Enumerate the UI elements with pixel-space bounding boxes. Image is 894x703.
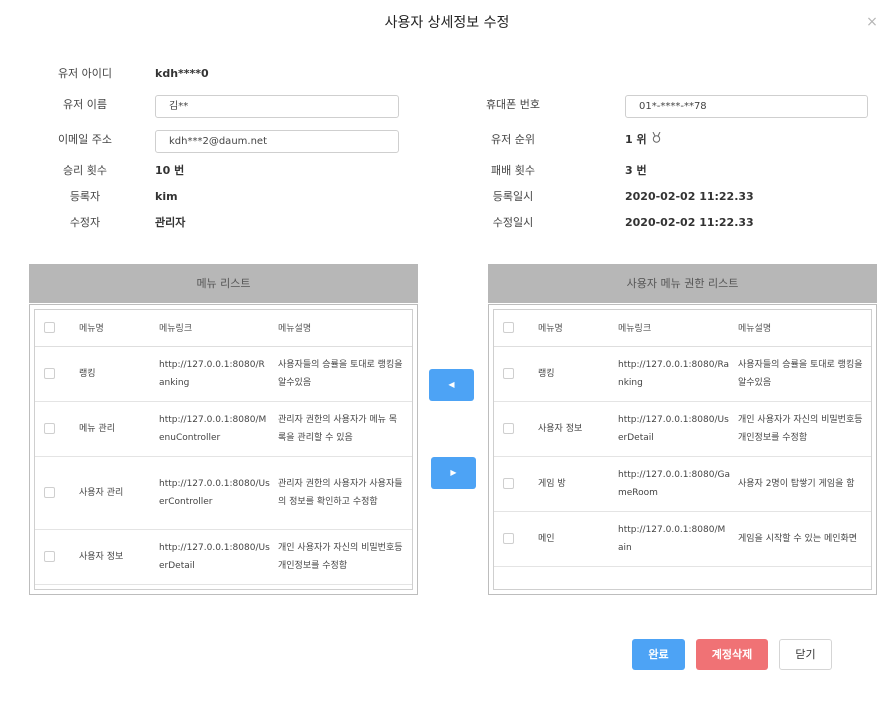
modified-at-value: 2020-02-02 11:22.33 [625,216,754,229]
table-header-row: 메뉴명 메뉴링크 메뉴설명 [35,310,412,347]
menu-link: http://127.0.0.1:8080/Main [618,511,738,567]
table-row[interactable]: 메인 http://127.0.0.1:8080/Main 게임을 시작할 수 … [494,511,871,567]
row-checkbox[interactable] [503,422,514,434]
table-row[interactable]: 랭킹 http://127.0.0.1:8080/Ranking 사용자들의 승… [494,346,871,402]
phone-field[interactable]: 01*-****-**78 [625,95,868,118]
user-menu-list-panel: 메뉴명 메뉴링크 메뉴설명 랭킹 http://127.0.0.1:8080/R… [488,304,877,595]
menu-desc: 개인 사용자가 자신의 비밀번호등 개인정보를 수정함 [738,401,871,457]
email-field[interactable]: kdh***2@daum.net [155,130,399,153]
modal-title: 사용자 상세정보 수정 [384,15,510,31]
user-menu-list-header: 사용자 메뉴 권한 리스트 [488,264,877,303]
table-header-row: 메뉴명 메뉴링크 메뉴설명 [494,310,871,347]
created-by-value: kim [155,190,178,203]
table-row[interactable]: 랭킹 http://127.0.0.1:8080/Ranking 사용자들의 승… [35,346,412,402]
column-header-link: 메뉴링크 [159,310,278,347]
menu-list-table: 메뉴명 메뉴링크 메뉴설명 랭킹 http://127.0.0.1:8080/R… [35,310,412,585]
menu-name: 랭킹 [79,346,159,402]
modified-by-label: 수정자 [69,216,101,229]
menu-link: http://127.0.0.1:8080/MenuController [159,401,278,457]
row-checkbox[interactable] [503,532,514,544]
table-row[interactable]: 사용자 관리 http://127.0.0.1:8080/UserControl… [35,456,412,530]
losses-label: 패배 횟수 [491,164,535,177]
menu-link: http://127.0.0.1:8080/GameRoom [618,456,738,512]
menu-name: 랭킹 [538,346,618,402]
row-checkbox[interactable] [503,367,514,379]
column-header-link: 메뉴링크 [618,310,738,347]
row-checkbox[interactable] [44,486,55,498]
user-menu-list-scroll[interactable]: 메뉴명 메뉴링크 메뉴설명 랭킹 http://127.0.0.1:8080/R… [493,309,872,590]
close-icon[interactable]: × [864,14,880,30]
arrow-left-icon: ◀ [448,380,455,389]
menu-link: http://127.0.0.1:8080/Ranking [618,346,738,402]
phone-label: 휴대폰 번호 [485,98,541,111]
table-row[interactable]: 게임 방 http://127.0.0.1:8080/GameRoom 사용자 … [494,456,871,512]
user-id-value: kdh****0 [155,67,209,80]
menu-list-panel: 메뉴명 메뉴링크 메뉴설명 랭킹 http://127.0.0.1:8080/R… [29,304,418,595]
wins-label: 승리 횟수 [63,164,107,177]
menu-name: 메인 [538,511,618,567]
created-by-label: 등록자 [69,190,101,203]
menu-name: 사용자 정보 [538,401,618,457]
menu-name: 게임 방 [538,456,618,512]
menu-name: 사용자 관리 [79,456,159,530]
move-left-button[interactable]: ◀ [429,369,474,401]
column-header-name: 메뉴명 [538,310,618,347]
menu-link: http://127.0.0.1:8080/Ranking [159,346,278,402]
modified-at-label: 수정일시 [492,216,534,229]
rank-text: 1 위 [625,133,647,146]
user-name-label: 유저 이름 [63,98,107,111]
menu-desc: 관리자 권한의 사용자가 사용자들의 정보를 확인하고 수정함 [278,456,412,530]
menu-desc: 관리자 권한의 사용자가 메뉴 목록을 관리할 수 있음 [278,401,412,457]
modified-by-value: 관리자 [155,216,186,229]
menu-desc: 사용자들의 승률을 토대로 랭킹을 알수있음 [278,346,412,402]
close-button[interactable]: 닫기 [779,639,832,670]
wins-value: 10 번 [155,164,185,177]
rank-value: 1 위 [625,131,661,148]
row-checkbox[interactable] [503,477,514,489]
menu-link: http://127.0.0.1:8080/UserController [159,456,278,530]
menu-link: http://127.0.0.1:8080/UserDetail [618,401,738,457]
menu-desc: 게임을 시작할 수 있는 메인화면 [738,511,871,567]
delete-account-button[interactable]: 계정삭제 [696,639,768,670]
rank-label: 유저 순위 [491,133,535,146]
menu-list-scroll[interactable]: 메뉴명 메뉴링크 메뉴설명 랭킹 http://127.0.0.1:8080/R… [34,309,413,590]
user-menu-list-table: 메뉴명 메뉴링크 메뉴설명 랭킹 http://127.0.0.1:8080/R… [494,310,871,567]
menu-link: http://127.0.0.1:8080/UserDetail [159,529,278,585]
menu-desc: 사용자 2명이 탑쌓기 게임을 함 [738,456,871,512]
user-name-field[interactable]: 김** [155,95,399,118]
medal-icon [652,131,661,148]
row-checkbox[interactable] [44,367,55,379]
row-checkbox[interactable] [44,550,55,562]
created-at-value: 2020-02-02 11:22.33 [625,190,754,203]
confirm-button[interactable]: 완료 [632,639,685,670]
menu-list-header: 메뉴 리스트 [29,264,418,303]
created-at-label: 등록일시 [492,190,534,203]
losses-value: 3 번 [625,164,647,177]
menu-name: 메뉴 관리 [79,401,159,457]
column-header-name: 메뉴명 [79,310,159,347]
email-label: 이메일 주소 [57,133,113,146]
row-checkbox[interactable] [44,422,55,434]
move-right-button[interactable]: ▶ [431,457,476,489]
table-row[interactable]: 사용자 정보 http://127.0.0.1:8080/UserDetail … [35,529,412,585]
table-row[interactable]: 메뉴 관리 http://127.0.0.1:8080/MenuControll… [35,401,412,457]
select-all-checkbox[interactable] [44,322,55,334]
menu-desc: 사용자들의 승률을 토대로 랭킹을 알수있음 [738,346,871,402]
table-row[interactable]: 사용자 정보 http://127.0.0.1:8080/UserDetail … [494,401,871,457]
menu-name: 사용자 정보 [79,529,159,585]
column-header-desc: 메뉴설명 [738,310,871,347]
user-id-label: 유저 아이디 [57,67,113,80]
menu-desc: 개인 사용자가 자신의 비밀번호등 개인정보를 수정함 [278,529,412,585]
column-header-desc: 메뉴설명 [278,310,412,347]
arrow-right-icon: ▶ [450,468,457,477]
select-all-checkbox[interactable] [503,322,514,334]
